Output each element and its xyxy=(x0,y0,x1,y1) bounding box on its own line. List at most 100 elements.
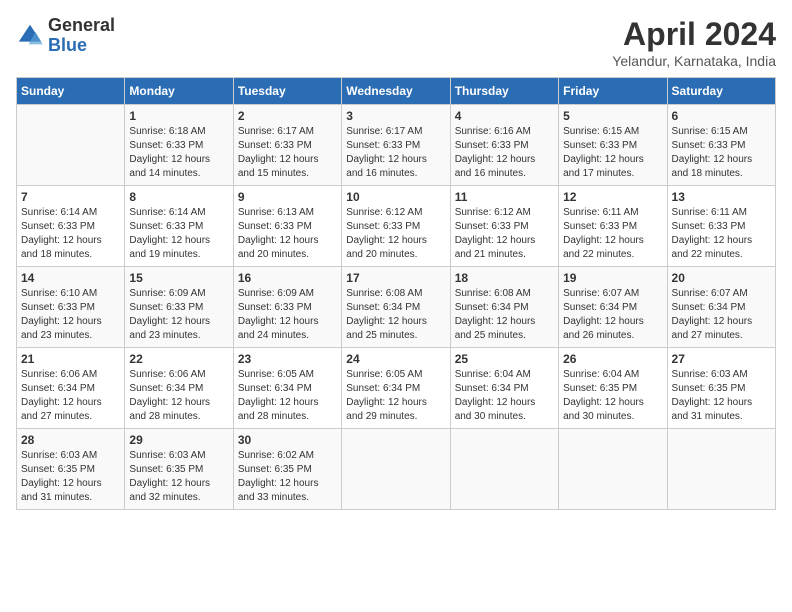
calendar-table: SundayMondayTuesdayWednesdayThursdayFrid… xyxy=(16,77,776,510)
day-cell: 11Sunrise: 6:12 AM Sunset: 6:33 PM Dayli… xyxy=(450,186,558,267)
day-info: Sunrise: 6:09 AM Sunset: 6:33 PM Dayligh… xyxy=(129,287,228,343)
day-cell: 10Sunrise: 6:12 AM Sunset: 6:33 PM Dayli… xyxy=(342,186,450,267)
week-row-1: 1 Sunrise: 6:18 AM Sunset: 6:33 PM Daylig… xyxy=(17,105,776,186)
day-number: 14 xyxy=(21,271,120,285)
day-cell: 29 Sunrise: 6:03 AM Sunset: 6:35 PM Dayli… xyxy=(125,429,233,510)
day-info: Sunrise: 6:06 AM Sunset: 6:34 PM Dayligh… xyxy=(21,368,120,424)
day-cell xyxy=(450,429,558,510)
day-number: 15 xyxy=(129,271,228,285)
day-number: 4 xyxy=(455,109,554,123)
day-cell: 27 Sunrise: 6:03 AM Sunset: 6:35 PM Dayli… xyxy=(667,348,775,429)
day-number: 1 xyxy=(129,109,228,123)
day-cell: 30Sunrise: 6:02 AM Sunset: 6:35 PM Dayli… xyxy=(233,429,341,510)
day-cell: 18 Sunrise: 6:08 AM Sunset: 6:34 PM Dayli… xyxy=(450,267,558,348)
day-number: 9 xyxy=(238,190,337,204)
day-cell: 17 Sunrise: 6:08 AM Sunset: 6:34 PM Dayli… xyxy=(342,267,450,348)
col-header-friday: Friday xyxy=(559,78,667,105)
day-info: Sunrise: 6:05 AM Sunset: 6:34 PM Dayligh… xyxy=(346,368,445,424)
day-number: 27 xyxy=(672,352,771,366)
day-cell: 8 Sunrise: 6:14 AM Sunset: 6:33 PM Daylig… xyxy=(125,186,233,267)
day-number: 16 xyxy=(238,271,337,285)
title-block: April 2024 Yelandur, Karnataka, India xyxy=(612,16,776,69)
day-info: Sunrise: 6:13 AM Sunset: 6:33 PM Dayligh… xyxy=(238,206,337,262)
week-row-4: 21Sunrise: 6:06 AM Sunset: 6:34 PM Dayli… xyxy=(17,348,776,429)
day-cell: 2 Sunrise: 6:17 AM Sunset: 6:33 PM Daylig… xyxy=(233,105,341,186)
logo-icon xyxy=(16,22,44,50)
day-cell: 6Sunrise: 6:15 AM Sunset: 6:33 PM Daylig… xyxy=(667,105,775,186)
col-header-tuesday: Tuesday xyxy=(233,78,341,105)
day-cell: 24 Sunrise: 6:05 AM Sunset: 6:34 PM Dayli… xyxy=(342,348,450,429)
day-number: 20 xyxy=(672,271,771,285)
day-info: Sunrise: 6:11 AM Sunset: 6:33 PM Dayligh… xyxy=(563,206,662,262)
day-info: Sunrise: 6:05 AM Sunset: 6:34 PM Dayligh… xyxy=(238,368,337,424)
day-cell: 22 Sunrise: 6:06 AM Sunset: 6:34 PM Dayli… xyxy=(125,348,233,429)
day-info: Sunrise: 6:03 AM Sunset: 6:35 PM Dayligh… xyxy=(129,449,228,505)
day-number: 18 xyxy=(455,271,554,285)
day-info: Sunrise: 6:07 AM Sunset: 6:34 PM Dayligh… xyxy=(563,287,662,343)
location: Yelandur, Karnataka, India xyxy=(612,53,776,69)
day-info: Sunrise: 6:18 AM Sunset: 6:33 PM Dayligh… xyxy=(129,125,228,181)
day-info: Sunrise: 6:04 AM Sunset: 6:34 PM Dayligh… xyxy=(455,368,554,424)
day-number: 29 xyxy=(129,433,228,447)
day-number: 8 xyxy=(129,190,228,204)
day-cell: 21Sunrise: 6:06 AM Sunset: 6:34 PM Dayli… xyxy=(17,348,125,429)
day-info: Sunrise: 6:09 AM Sunset: 6:33 PM Dayligh… xyxy=(238,287,337,343)
header-row: SundayMondayTuesdayWednesdayThursdayFrid… xyxy=(17,78,776,105)
day-number: 28 xyxy=(21,433,120,447)
month-title: April 2024 xyxy=(612,16,776,53)
day-number: 24 xyxy=(346,352,445,366)
day-cell: 9 Sunrise: 6:13 AM Sunset: 6:33 PM Daylig… xyxy=(233,186,341,267)
day-cell: 25 Sunrise: 6:04 AM Sunset: 6:34 PM Dayli… xyxy=(450,348,558,429)
day-info: Sunrise: 6:06 AM Sunset: 6:34 PM Dayligh… xyxy=(129,368,228,424)
logo-general: General xyxy=(48,16,115,36)
day-info: Sunrise: 6:04 AM Sunset: 6:35 PM Dayligh… xyxy=(563,368,662,424)
day-number: 6 xyxy=(672,109,771,123)
day-cell: 13 Sunrise: 6:11 AM Sunset: 6:33 PM Dayli… xyxy=(667,186,775,267)
day-number: 12 xyxy=(563,190,662,204)
day-number: 23 xyxy=(238,352,337,366)
day-info: Sunrise: 6:14 AM Sunset: 6:33 PM Dayligh… xyxy=(129,206,228,262)
day-cell: 28 Sunrise: 6:03 AM Sunset: 6:35 PM Dayli… xyxy=(17,429,125,510)
day-cell xyxy=(17,105,125,186)
day-info: Sunrise: 6:16 AM Sunset: 6:33 PM Dayligh… xyxy=(455,125,554,181)
logo-blue: Blue xyxy=(48,36,115,56)
week-row-3: 14 Sunrise: 6:10 AM Sunset: 6:33 PM Dayli… xyxy=(17,267,776,348)
logo-text: General Blue xyxy=(48,16,115,56)
day-info: Sunrise: 6:08 AM Sunset: 6:34 PM Dayligh… xyxy=(346,287,445,343)
day-number: 22 xyxy=(129,352,228,366)
day-cell: 3Sunrise: 6:17 AM Sunset: 6:33 PM Daylig… xyxy=(342,105,450,186)
day-cell: 7 Sunrise: 6:14 AM Sunset: 6:33 PM Daylig… xyxy=(17,186,125,267)
day-number: 25 xyxy=(455,352,554,366)
day-cell: 12 Sunrise: 6:11 AM Sunset: 6:33 PM Dayli… xyxy=(559,186,667,267)
day-info: Sunrise: 6:07 AM Sunset: 6:34 PM Dayligh… xyxy=(672,287,771,343)
day-number: 2 xyxy=(238,109,337,123)
week-row-5: 28 Sunrise: 6:03 AM Sunset: 6:35 PM Dayli… xyxy=(17,429,776,510)
day-info: Sunrise: 6:03 AM Sunset: 6:35 PM Dayligh… xyxy=(672,368,771,424)
col-header-monday: Monday xyxy=(125,78,233,105)
day-info: Sunrise: 6:10 AM Sunset: 6:33 PM Dayligh… xyxy=(21,287,120,343)
day-number: 7 xyxy=(21,190,120,204)
day-cell: 26 Sunrise: 6:04 AM Sunset: 6:35 PM Dayli… xyxy=(559,348,667,429)
day-cell xyxy=(559,429,667,510)
day-cell: 23 Sunrise: 6:05 AM Sunset: 6:34 PM Dayli… xyxy=(233,348,341,429)
day-info: Sunrise: 6:11 AM Sunset: 6:33 PM Dayligh… xyxy=(672,206,771,262)
day-cell: 1 Sunrise: 6:18 AM Sunset: 6:33 PM Daylig… xyxy=(125,105,233,186)
day-info: Sunrise: 6:03 AM Sunset: 6:35 PM Dayligh… xyxy=(21,449,120,505)
day-number: 11 xyxy=(455,190,554,204)
day-number: 13 xyxy=(672,190,771,204)
day-info: Sunrise: 6:12 AM Sunset: 6:33 PM Dayligh… xyxy=(346,206,445,262)
col-header-thursday: Thursday xyxy=(450,78,558,105)
col-header-sunday: Sunday xyxy=(17,78,125,105)
day-cell: 16 Sunrise: 6:09 AM Sunset: 6:33 PM Dayli… xyxy=(233,267,341,348)
day-cell: 5Sunrise: 6:15 AM Sunset: 6:33 PM Daylig… xyxy=(559,105,667,186)
day-cell: 19 Sunrise: 6:07 AM Sunset: 6:34 PM Dayli… xyxy=(559,267,667,348)
day-info: Sunrise: 6:08 AM Sunset: 6:34 PM Dayligh… xyxy=(455,287,554,343)
day-info: Sunrise: 6:17 AM Sunset: 6:33 PM Dayligh… xyxy=(238,125,337,181)
day-number: 26 xyxy=(563,352,662,366)
day-number: 19 xyxy=(563,271,662,285)
day-info: Sunrise: 6:02 AM Sunset: 6:35 PM Dayligh… xyxy=(238,449,337,505)
day-number: 17 xyxy=(346,271,445,285)
day-info: Sunrise: 6:14 AM Sunset: 6:33 PM Dayligh… xyxy=(21,206,120,262)
calendar-body: 1 Sunrise: 6:18 AM Sunset: 6:33 PM Daylig… xyxy=(17,105,776,510)
week-row-2: 7 Sunrise: 6:14 AM Sunset: 6:33 PM Daylig… xyxy=(17,186,776,267)
